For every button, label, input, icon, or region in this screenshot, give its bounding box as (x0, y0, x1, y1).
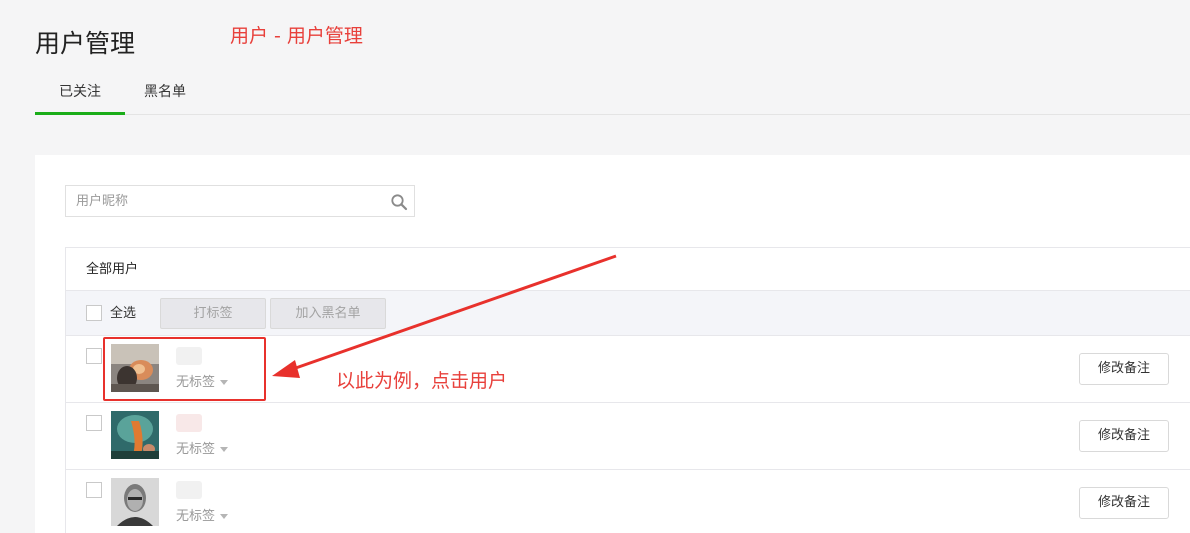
chevron-down-icon (220, 447, 229, 452)
user-row[interactable]: 无标签 修改备注 (66, 470, 1190, 533)
user-avatar[interactable] (111, 411, 159, 459)
tag-label: 无标签 (176, 509, 216, 524)
user-row[interactable]: 无标签 修改备注 (66, 403, 1190, 470)
tag-button[interactable]: 打标签 (160, 298, 266, 329)
tab-bar: 已关注 黑名单 (35, 70, 1190, 115)
add-to-blacklist-button[interactable]: 加入黑名单 (270, 298, 386, 329)
search-input[interactable] (66, 186, 376, 216)
annotation-breadcrumb: 用户 - 用户管理 (230, 25, 363, 47)
edit-remark-button[interactable]: 修改备注 (1079, 353, 1169, 385)
chevron-down-icon (220, 514, 229, 519)
select-all-label[interactable]: 全选 (110, 291, 136, 336)
user-checkbox[interactable] (86, 348, 102, 364)
edit-remark-button[interactable]: 修改备注 (1079, 420, 1169, 452)
list-toolbar: 全选 打标签 加入黑名单 (66, 291, 1190, 336)
list-header: 全部用户 (66, 248, 1190, 291)
tab-followed[interactable]: 已关注 (35, 70, 125, 115)
tab-blacklist[interactable]: 黑名单 (130, 70, 200, 115)
annotation-highlight-box (103, 337, 266, 401)
select-all-checkbox[interactable] (86, 305, 102, 321)
nickname-redacted (176, 414, 202, 432)
nickname-redacted (176, 481, 202, 499)
tag-dropdown[interactable]: 无标签 (176, 505, 229, 524)
user-checkbox[interactable] (86, 415, 102, 431)
search-box (65, 185, 415, 217)
user-avatar[interactable] (111, 478, 159, 526)
tag-dropdown[interactable]: 无标签 (176, 438, 229, 457)
user-checkbox[interactable] (86, 482, 102, 498)
edit-remark-button[interactable]: 修改备注 (1079, 487, 1169, 519)
page-title: 用户管理 (35, 29, 136, 58)
annotation-instruction: 以此为例，点击用户 (336, 370, 508, 392)
search-icon[interactable] (390, 193, 408, 211)
tag-label: 无标签 (176, 442, 216, 457)
